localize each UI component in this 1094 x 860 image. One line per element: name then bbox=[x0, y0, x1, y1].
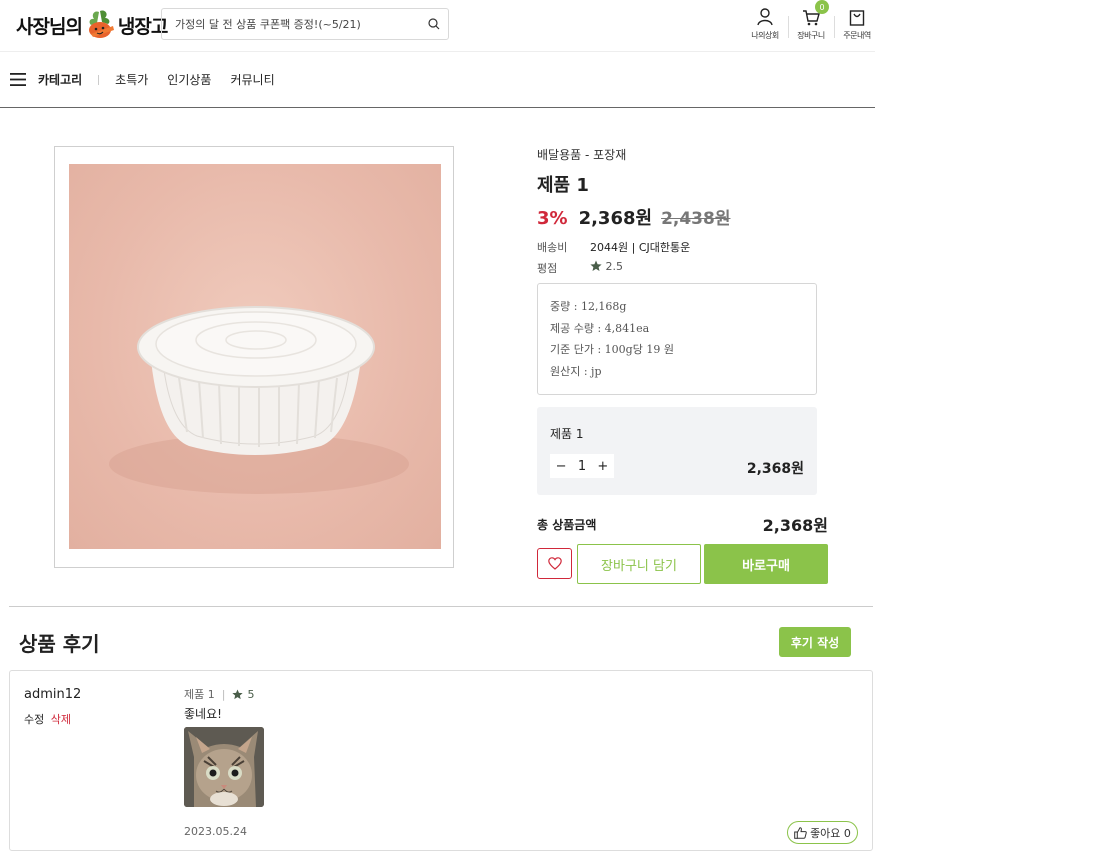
search-icon bbox=[428, 18, 440, 30]
product-image bbox=[69, 164, 441, 549]
vegetable-logo-icon bbox=[88, 10, 114, 38]
star-icon bbox=[232, 688, 244, 699]
order-history-link[interactable]: 주문내역 bbox=[834, 2, 880, 41]
review-product-name: 제품 1 bbox=[184, 688, 215, 701]
user-icon bbox=[757, 8, 773, 26]
rating-value: 2.5 bbox=[605, 260, 624, 273]
nav-item-popular[interactable]: 인기상품 bbox=[167, 71, 211, 88]
review-meta: 제품 1 | 5 bbox=[184, 686, 254, 702]
header-links: 나의상회 0 장바구니 주문내역 bbox=[742, 0, 880, 41]
total-price: 2,368원 bbox=[762, 516, 828, 535]
add-to-cart-button[interactable]: 장바구니 담기 bbox=[577, 544, 701, 584]
spec-origin: 원산지 : jp bbox=[550, 364, 602, 378]
rating-label: 평점 bbox=[537, 262, 558, 275]
product-title: 제품 1 bbox=[537, 175, 589, 196]
review-stars: 5 bbox=[247, 687, 255, 701]
purchase-buttons: 장바구니 담기 바로구매 bbox=[537, 544, 828, 584]
review-text: 좋네요! bbox=[184, 707, 222, 721]
site-logo[interactable]: 사장님의 냉장고 bbox=[16, 6, 168, 44]
review-like-label: 좋아요 0 bbox=[810, 826, 851, 840]
spec-unit-price: 기준 단가 : 100g당 19 원 bbox=[550, 343, 674, 356]
product-spec-box: 중량 : 12,168g 제공 수량 : 4,841ea 기준 단가 : 100… bbox=[537, 283, 817, 395]
product-breadcrumb[interactable]: 배달용품 - 포장재 bbox=[537, 146, 828, 163]
nav-item-community[interactable]: 커뮤니티 bbox=[230, 71, 274, 88]
price-row: 3% 2,368원 2,438원 bbox=[537, 204, 828, 230]
total-row: 총 상품금액 2,368원 bbox=[537, 512, 828, 536]
review-card: admin12 수정 삭제 제품 1 | 5 좋네요! 2023.05.24 좋… bbox=[9, 670, 873, 851]
logo-text-right: 냉장고 bbox=[117, 15, 168, 38]
shipping-value: 2044원 | CJ대한통운 bbox=[590, 241, 691, 254]
cart-link[interactable]: 0 장바구니 bbox=[788, 0, 834, 41]
thumbs-up-icon bbox=[794, 826, 807, 839]
category-menu-button[interactable]: 카테고리 bbox=[10, 71, 82, 88]
search-bar bbox=[161, 8, 449, 40]
shipping-row: 배송비 2044원 | CJ대한통운 bbox=[537, 239, 828, 255]
review-actions: 수정 삭제 bbox=[24, 711, 71, 727]
cart-count-badge: 0 bbox=[815, 0, 829, 14]
cart-label: 장바구니 bbox=[797, 31, 825, 40]
shipping-label: 배송비 bbox=[537, 241, 568, 254]
product-info: 배달용품 - 포장재 제품 1 3% 2,368원 2,438원 배송비 204… bbox=[537, 146, 828, 584]
heart-icon bbox=[547, 557, 562, 570]
original-price: 2,438원 bbox=[661, 209, 731, 229]
buy-now-button[interactable]: 바로구매 bbox=[704, 544, 828, 584]
meta-separator: | bbox=[221, 687, 226, 701]
section-divider bbox=[9, 606, 873, 607]
delete-review-button[interactable]: 삭제 bbox=[51, 713, 71, 726]
my-shop-label: 나의상회 bbox=[751, 31, 779, 40]
review-date: 2023.05.24 bbox=[184, 825, 247, 838]
category-label: 카테고리 bbox=[38, 73, 83, 87]
option-price: 2,368원 bbox=[746, 461, 804, 477]
my-shop-link[interactable]: 나의상회 bbox=[742, 2, 788, 41]
review-like-button[interactable]: 좋아요 0 bbox=[787, 821, 858, 844]
spec-weight: 중량 : 12,168g bbox=[550, 300, 627, 313]
write-review-button[interactable]: 후기 작성 bbox=[779, 627, 851, 657]
review-author: admin12 bbox=[24, 687, 82, 702]
bag-icon bbox=[849, 10, 865, 26]
logo-text-left: 사장님의 bbox=[16, 15, 83, 38]
site-header: 사장님의 냉장고 나의 bbox=[0, 0, 875, 52]
quantity-stepper: − 1 + bbox=[550, 454, 614, 478]
sale-price: 2,368원 bbox=[578, 208, 653, 229]
star-icon bbox=[590, 260, 602, 271]
review-photo[interactable] bbox=[184, 727, 264, 807]
quantity-decrease-button[interactable]: − bbox=[556, 459, 567, 474]
nav-divider bbox=[98, 74, 100, 85]
quantity-value[interactable]: 1 bbox=[578, 459, 586, 474]
quantity-increase-button[interactable]: + bbox=[597, 459, 608, 474]
edit-review-button[interactable]: 수정 bbox=[24, 713, 44, 726]
reviews-title: 상품 후기 bbox=[19, 632, 100, 656]
main-nav: 카테고리 초특가 인기상품 커뮤니티 bbox=[0, 52, 875, 108]
rating-row: 평점 2.5 bbox=[537, 260, 828, 276]
order-history-label: 주문내역 bbox=[843, 31, 871, 40]
wishlist-button[interactable] bbox=[537, 548, 572, 579]
spec-quantity: 제공 수량 : 4,841ea bbox=[550, 321, 650, 335]
nav-item-super-deal[interactable]: 초특가 bbox=[115, 71, 148, 88]
hamburger-menu-icon bbox=[10, 73, 26, 86]
search-button[interactable] bbox=[420, 10, 448, 38]
discount-rate: 3% bbox=[537, 208, 568, 229]
product-image-frame bbox=[54, 146, 454, 568]
total-label: 총 상품금액 bbox=[537, 517, 597, 532]
selected-option-box: 제품 1 − 1 + 2,368원 bbox=[537, 407, 817, 495]
option-name: 제품 1 bbox=[550, 427, 584, 441]
search-input[interactable] bbox=[162, 9, 420, 39]
